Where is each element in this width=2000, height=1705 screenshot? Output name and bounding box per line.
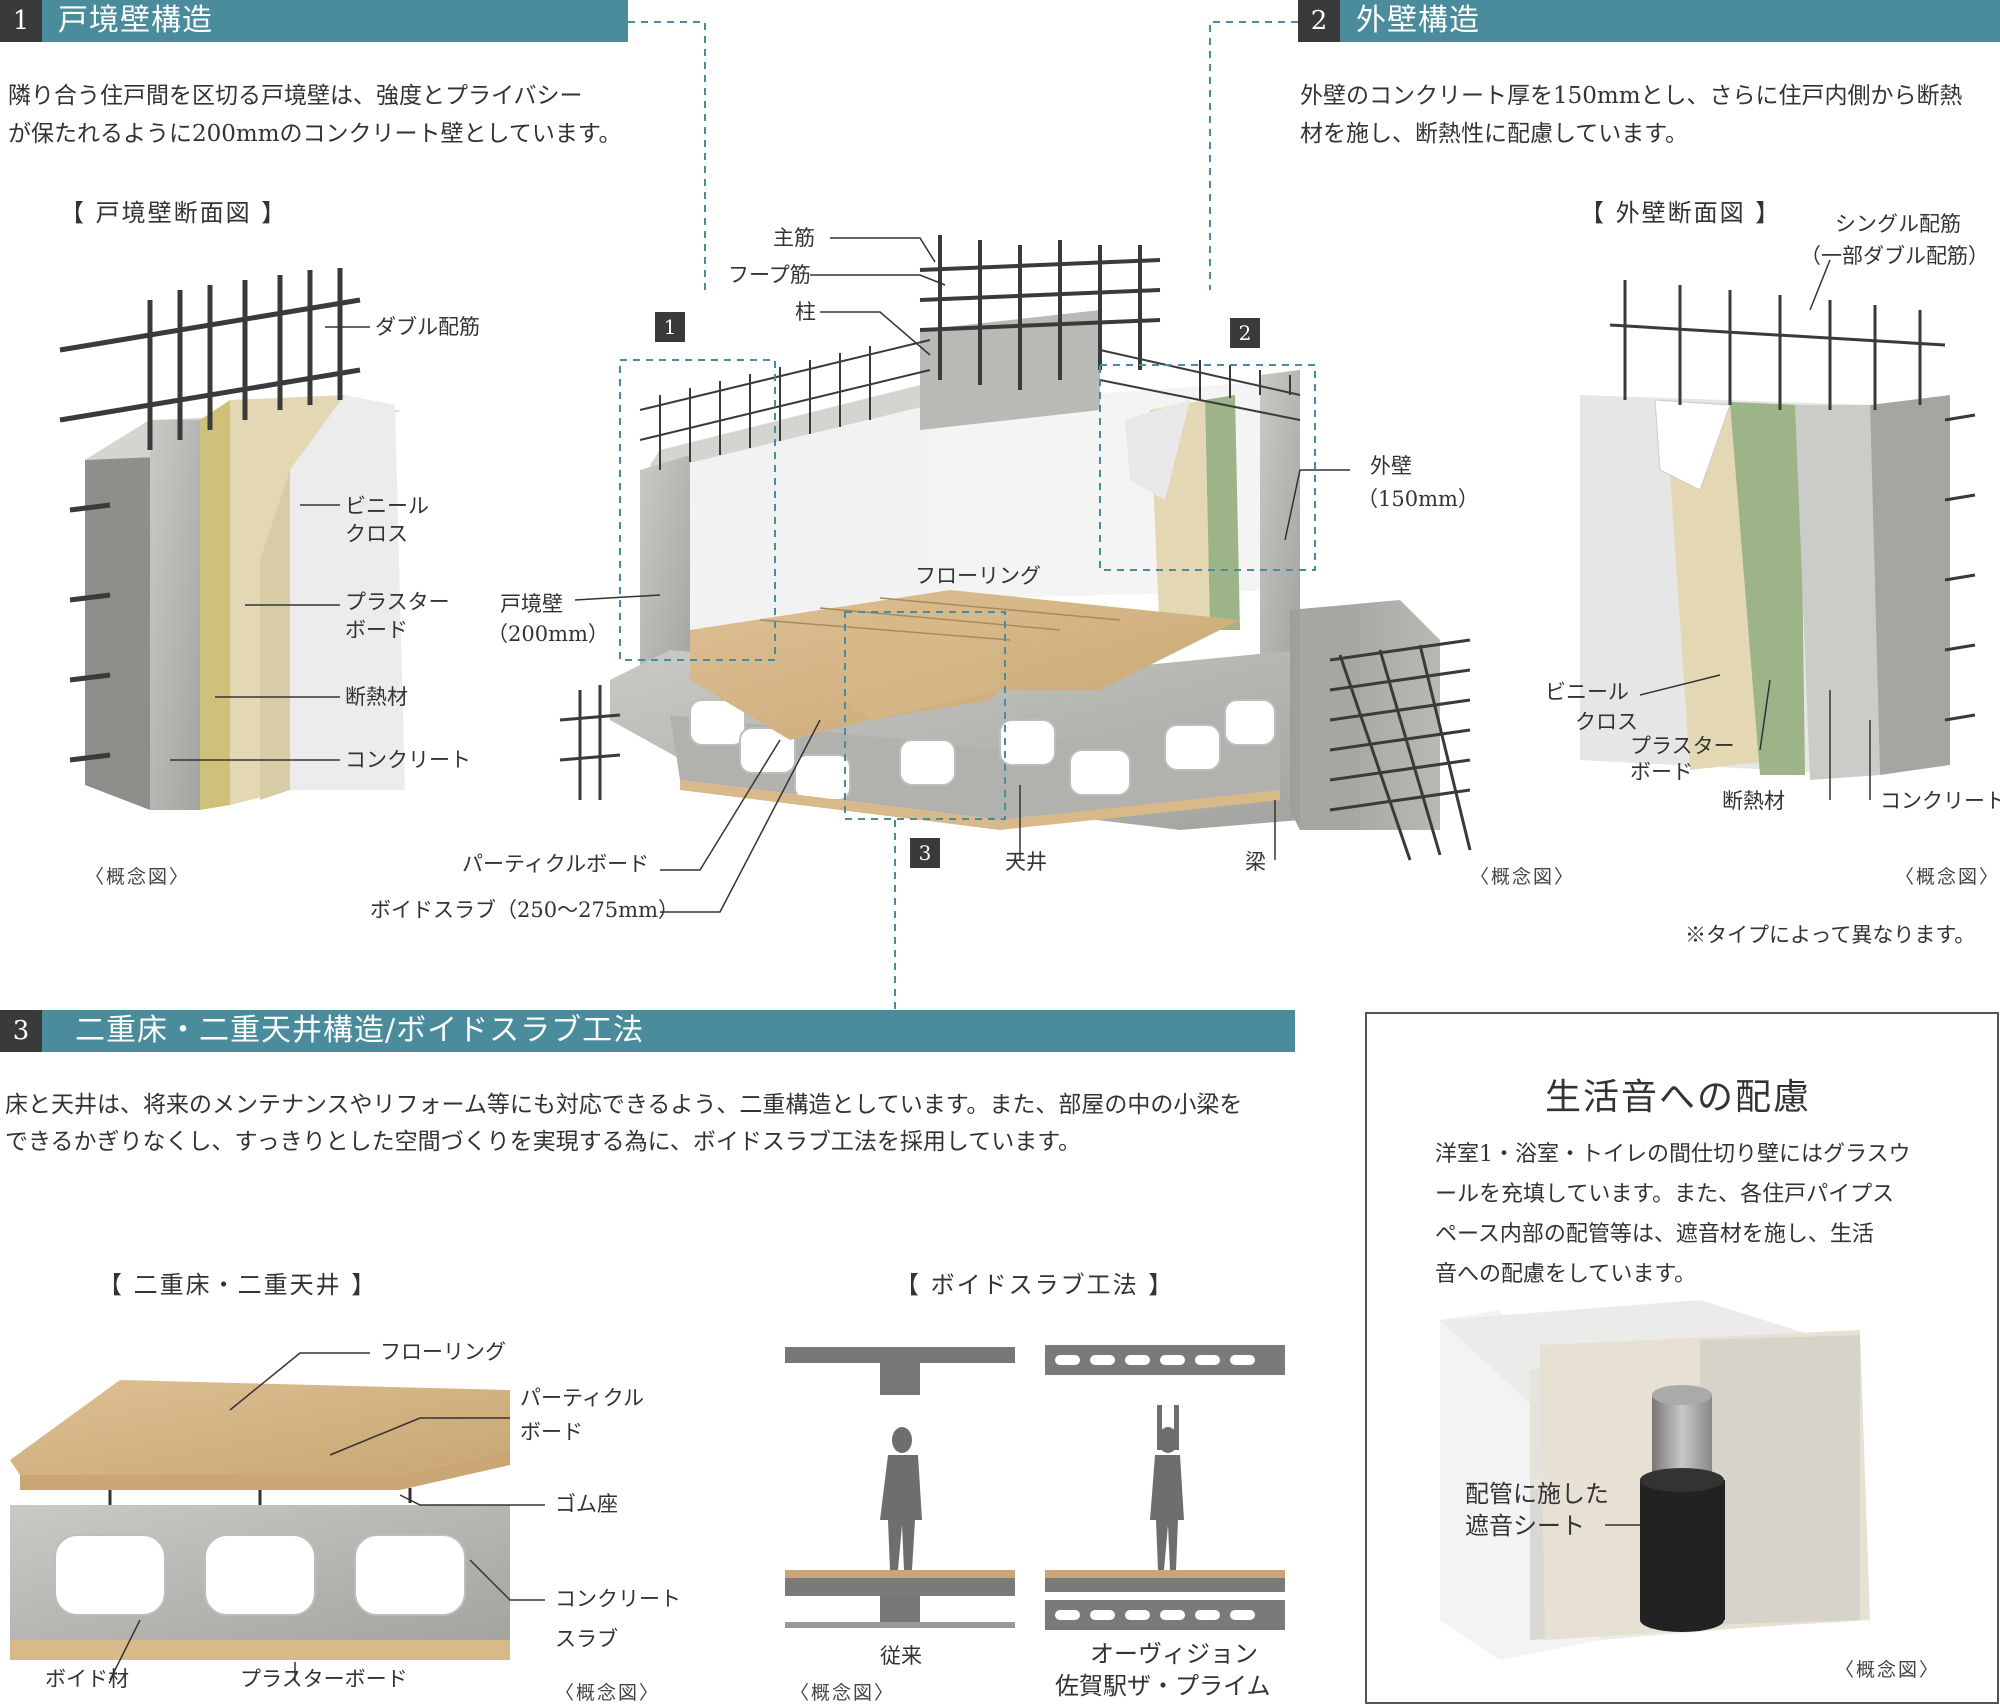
section-1-body-line-2: が保たれるように200mmのコンクリート壁としています。: [8, 121, 622, 147]
label-plaster-board: プラスターボード: [240, 1667, 408, 1691]
pipe-label-1: 配管に施した: [1465, 1480, 1609, 1508]
label-ext-vinyl-1: ビニール: [1545, 680, 1629, 704]
void-slab-illustration: [785, 1345, 1285, 1630]
label-slab-2: スラブ: [555, 1627, 618, 1651]
sound-body-line-3: ペース内部の配管等は、遮音材を施し、生活: [1435, 1222, 1874, 1247]
label-concrete: コンクリート: [345, 748, 471, 772]
marker-3: 3: [910, 838, 940, 868]
label-single-rebar-1: シングル配筋: [1835, 212, 1961, 236]
label-column: 柱: [795, 300, 816, 324]
sound-title: 生活音への配慮: [1545, 1077, 1812, 1118]
sound-body-line-2: ールを充填しています。また、各住戸パイプス: [1435, 1182, 1895, 1207]
label-ours-1: オーヴィジョン: [1090, 1640, 1258, 1668]
label-dbl-flooring: フローリング: [380, 1340, 506, 1364]
double-floor-figure-title: 【 二重床・二重天井 】: [98, 1271, 378, 1299]
label-center-flooring: フローリング: [915, 564, 1041, 588]
label-insulation: 断熱材: [345, 685, 408, 709]
marker-2: 2: [1230, 318, 1260, 348]
section-1-number: 1: [0, 0, 42, 42]
section-3-number: 3: [0, 1010, 42, 1052]
void-slab-concept-label: 〈概念図〉: [790, 1682, 896, 1704]
section-2-body-line-1: 外壁のコンクリート厚を150mmとし、さらに住戸内側から断熱: [1300, 83, 1963, 109]
label-vinyl-1: ビニール: [345, 494, 429, 518]
label-slab-1: コンクリート: [555, 1587, 681, 1611]
section-1-body-line-1: 隣り合う住戸間を区切る戸境壁は、強度とプライバシー: [8, 83, 583, 109]
party-wall-figure-title: 【 戸境壁断面図 】: [60, 199, 288, 227]
label-void-material: ボイド材: [45, 1667, 129, 1691]
section-3-body-line-2: できるかぎりなくし、すっきりとした空間づくりを実現する為に、ボイドスラブ工法を採…: [5, 1129, 1081, 1155]
label-ours-2: 佐賀駅ザ・プライム: [1055, 1672, 1271, 1700]
sound-body-line-4: 音への配慮をしています。: [1435, 1262, 1697, 1287]
label-ext-insulation: 断熱材: [1722, 789, 1785, 813]
section-2-body-line-2: 材を施し、断熱性に配慮しています。: [1300, 121, 1689, 147]
label-hoop-rebar: フープ筋: [728, 263, 811, 287]
exterior-wall-section-illustration: [1580, 280, 1976, 780]
sound-body-line-1: 洋室1・浴室・トイレの間仕切り壁にはグラスウ: [1435, 1142, 1911, 1167]
label-dbl-particle-1: パーティクル: [520, 1386, 645, 1410]
type-note: ※タイプによって異なります。: [1685, 923, 1976, 947]
label-plaster-2: ボード: [345, 618, 408, 642]
label-main-rebar: 主筋: [773, 226, 815, 250]
section-1-title: 戸境壁構造: [58, 3, 213, 38]
label-ext-vinyl-2: クロス: [1575, 710, 1638, 734]
label-void-slab: ボイドスラブ（250〜275mm）: [370, 898, 679, 922]
label-party-wall-1: 戸境壁: [500, 592, 563, 616]
sound-concept-label: 〈概念図〉: [1835, 1659, 1941, 1681]
label-dbl-particle-2: ボード: [520, 1420, 583, 1444]
double-floor-concept-label: 〈概念図〉: [555, 1682, 661, 1704]
double-floor-illustration: [10, 1352, 545, 1681]
label-plaster-1: プラスター: [345, 590, 450, 614]
label-party-wall-2: （200mm）: [487, 622, 609, 646]
label-rubber-seat: ゴム座: [555, 1492, 618, 1516]
label-beam: 梁: [1245, 850, 1266, 874]
label-exterior-wall-1: 外壁: [1370, 454, 1412, 478]
label-double-rebar: ダブル配筋: [375, 315, 480, 339]
section-1-title-bar: 1 戸境壁構造: [0, 0, 628, 42]
center-concept-label: 〈概念図〉: [1470, 866, 1576, 888]
label-ceiling: 天井: [1005, 850, 1047, 874]
label-exterior-wall-2: （150mm）: [1357, 487, 1479, 511]
label-particle-board: パーティクルボード: [462, 852, 650, 876]
section-2-title: 外壁構造: [1356, 3, 1480, 38]
exterior-wall-concept-label: 〈概念図〉: [1895, 866, 2000, 888]
exterior-wall-figure-title: 【 外壁断面図 】: [1580, 199, 1782, 227]
label-single-rebar-2: （一部ダブル配筋）: [1800, 244, 1989, 268]
label-ext-plaster-1: プラスター: [1630, 734, 1735, 758]
label-ext-concrete: コンクリート: [1880, 789, 2000, 813]
section-3-title-bar: 3 二重床・二重天井構造/ボイドスラブ工法: [0, 1010, 1295, 1052]
section-3-title: 二重床・二重天井構造/ボイドスラブ工法: [75, 1013, 645, 1048]
void-slab-figure-title: 【 ボイドスラブ工法 】: [895, 1271, 1175, 1299]
label-ext-plaster-2: ボード: [1630, 760, 1693, 784]
section-3-body-line-1: 床と天井は、将来のメンテナンスやリフォーム等にも対応できるよう、二重構造としてい…: [5, 1092, 1243, 1118]
label-conventional: 従来: [880, 1644, 922, 1668]
label-vinyl-2: クロス: [345, 522, 408, 546]
party-wall-concept-label: 〈概念図〉: [85, 866, 191, 888]
section-2-number: 2: [1298, 0, 1340, 42]
marker-1: 1: [655, 312, 685, 342]
pipe-label-2: 遮音シート: [1465, 1512, 1585, 1540]
section-2-title-bar: 2 外壁構造: [1298, 0, 2000, 42]
